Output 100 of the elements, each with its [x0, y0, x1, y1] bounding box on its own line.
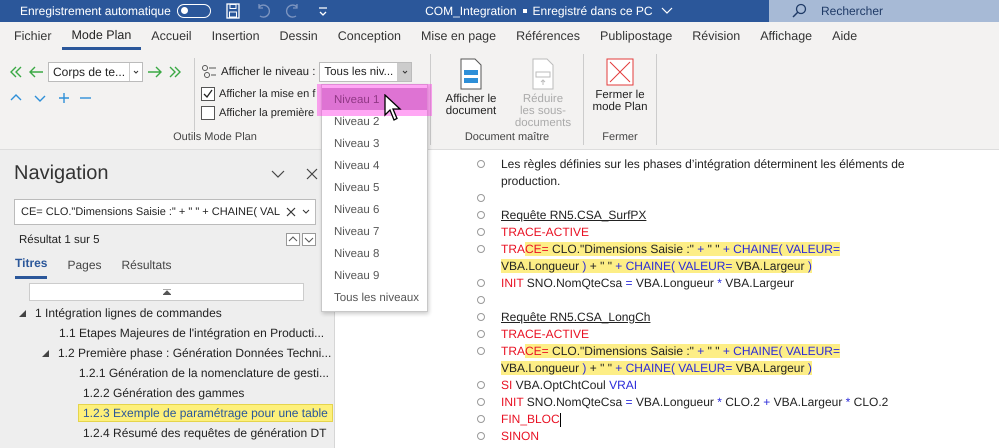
- checkbox-label[interactable]: Afficher la première: [219, 107, 314, 119]
- ribbon-tab[interactable]: Conception: [328, 22, 411, 50]
- section-heading: Requête RN5.CSA_SurfPX: [501, 207, 648, 224]
- scroll-up-button[interactable]: [29, 283, 304, 301]
- ribbon-tab[interactable]: Mise en page: [411, 22, 506, 50]
- close-outline-button[interactable]: Fermer le mode Plan: [586, 54, 654, 131]
- clear-icon: [285, 206, 297, 218]
- show-level-label: Afficher le niveau :: [221, 66, 316, 78]
- outline-bullet[interactable]: [477, 432, 485, 440]
- pane-tab[interactable]: Pages: [67, 256, 102, 279]
- ribbon-tab[interactable]: Publipostage: [590, 22, 682, 50]
- checkbox[interactable]: [201, 106, 215, 120]
- search-icon: [790, 3, 807, 19]
- document-icon: [459, 58, 483, 90]
- search-field[interactable]: Rechercher: [768, 0, 999, 22]
- autosave-label: Enregistrement automatique: [20, 4, 171, 18]
- menu-item[interactable]: Niveau 6: [322, 198, 427, 220]
- outline-bullet[interactable]: [477, 330, 485, 338]
- outline-bullet[interactable]: [477, 194, 485, 202]
- search-field[interactable]: CE= CLO."Dimensions Saisie :" + " " + CHAINE( VAL: [14, 199, 316, 225]
- close-box-icon: [606, 58, 634, 86]
- group-label: Fermer: [602, 131, 638, 145]
- autosave-toggle[interactable]: [176, 4, 211, 18]
- right-arrow-icon: [147, 64, 163, 80]
- outline-bullet[interactable]: [477, 296, 485, 304]
- checkbox-label[interactable]: Afficher la mise en f: [219, 88, 316, 100]
- save-status[interactable]: Enregistré dans ce PC: [532, 4, 653, 18]
- document-title: COM_Integration: [425, 4, 517, 18]
- menu-item[interactable]: Niveau 8: [322, 242, 427, 264]
- section-heading: Requête RN5.CSA_LongCh: [501, 309, 652, 326]
- menu-item[interactable]: Niveau 3: [322, 132, 427, 154]
- heading-item[interactable]: 1.2.3 Exemple de paramétrage pour une table: [78, 404, 333, 422]
- heading-item[interactable]: 1.2.4 Résumé des requêtes de génération DT: [78, 424, 332, 442]
- outline-bullet[interactable]: [477, 347, 485, 355]
- chevron-down-icon: [400, 68, 409, 76]
- group-label: Document maître: [464, 131, 550, 145]
- group-label: Outils Mode Plan: [173, 131, 257, 145]
- show-level-icon: [201, 64, 217, 80]
- ribbon-tab[interactable]: Fichier: [4, 22, 62, 50]
- expand-plus-icon: [56, 90, 72, 106]
- document-line: SINON: [501, 428, 540, 445]
- close-icon: [304, 166, 320, 182]
- pane-tab[interactable]: Résultats: [122, 256, 172, 279]
- ribbon-tab[interactable]: Révision: [682, 22, 750, 50]
- outline-bullet[interactable]: [477, 228, 485, 236]
- document-icon: [531, 58, 555, 90]
- previous-result-button[interactable]: [286, 233, 300, 246]
- document-line: Les règles définies sur les phases d’intégration déterminent les éléments de production.: [501, 156, 906, 190]
- next-result-button[interactable]: [302, 233, 316, 246]
- heading-item[interactable]: 1.2 Première phase : Génération Données Techni...: [53, 344, 336, 362]
- outline-bullet[interactable]: [477, 415, 485, 423]
- document-line: INIT SNO.NomQteCsa = VBA.Longueur * CLO.2 + VBA.Largeur * CLO.2: [501, 394, 890, 411]
- document-line: SI VBA.OptChtCoul VRAI: [501, 377, 638, 394]
- checkbox[interactable]: [201, 87, 215, 101]
- document-line: TRACE-ACTIVE: [501, 224, 590, 241]
- document-line: TRACE= CLO."Dimensions Saisie :" + " " + CHAINE( VALEUR= VBA.Longueur ) + " " + CHAINE( VALEUR= VBA.Largeur ): [501, 343, 841, 377]
- double-right-arrow-icon: [167, 64, 183, 80]
- ribbon-tab[interactable]: Aide: [822, 22, 868, 50]
- expand-triangle-icon[interactable]: [42, 350, 49, 356]
- menu-item[interactable]: Niveau 9: [322, 264, 427, 286]
- pane-tab[interactable]: Titres: [15, 256, 48, 279]
- heading-item[interactable]: 1.2.2 Génération des gammes: [78, 384, 250, 402]
- outline-bullet[interactable]: [477, 313, 485, 321]
- expand-triangle-icon[interactable]: [18, 310, 26, 316]
- outline-bullet[interactable]: [477, 279, 485, 287]
- ribbon-tab[interactable]: Références: [506, 22, 590, 50]
- ribbon-tab[interactable]: Dessin: [270, 22, 328, 50]
- show-document-button[interactable]: Afficher le document: [437, 54, 505, 131]
- double-left-arrow-icon: [8, 64, 24, 80]
- left-arrow-icon: [28, 64, 44, 80]
- ribbon-tab[interactable]: Insertion: [202, 22, 270, 50]
- document-line: FIN_BLOC: [501, 411, 562, 428]
- document-line: TRACE-ACTIVE: [501, 326, 590, 343]
- outline-bullet[interactable]: [477, 160, 485, 168]
- outline-bullet[interactable]: [477, 381, 485, 389]
- outline-bullet[interactable]: [477, 245, 485, 253]
- search-placeholder: Rechercher: [820, 4, 884, 18]
- menu-item[interactable]: Niveau 7: [322, 220, 427, 242]
- chevron-down-icon: [132, 68, 140, 76]
- menu-item[interactable]: Niveau 2: [322, 110, 427, 132]
- outline-level-combo[interactable]: Corps de te...: [48, 62, 143, 82]
- outline-bullet[interactable]: [477, 398, 485, 406]
- scroll-top-icon: [162, 289, 170, 295]
- search-value: CE= CLO."Dimensions Saisie :" + " " + CHAINE( VAL: [21, 206, 281, 218]
- menu-item[interactable]: Niveau 5: [322, 176, 427, 198]
- heading-item[interactable]: 1.2.1 Génération de la nomenclature de gesti...: [74, 364, 334, 382]
- menu-item[interactable]: Niveau 4: [322, 154, 427, 176]
- mouse-pointer-icon: [384, 94, 402, 122]
- ribbon-tab[interactable]: Accueil: [141, 22, 202, 50]
- outline-bullet[interactable]: [477, 211, 485, 219]
- pane-title: Navigation: [14, 162, 109, 185]
- ribbon-tab[interactable]: Affichage: [750, 22, 822, 50]
- show-level-combo[interactable]: Tous les niv...: [319, 62, 412, 82]
- document-line: INIT SNO.NomQteCsa = VBA.Longueur * VBA.Largeur: [501, 275, 795, 292]
- heading-item[interactable]: 1 Intégration lignes de commandes: [30, 304, 227, 322]
- save-icon: [224, 3, 241, 19]
- heading-item[interactable]: 1.1 Etapes Majeures de l'intégration en Producti...: [54, 324, 330, 342]
- result-count: Résultat 1 sur 5: [19, 234, 100, 246]
- menu-item[interactable]: Tous les niveaux: [322, 286, 427, 308]
- document-line: TRACE= CLO."Dimensions Saisie :" + " " + CHAINE( VALEUR= VBA.Longueur ) + " " + CHAINE( VALEUR= VBA.Largeur ): [501, 241, 841, 275]
